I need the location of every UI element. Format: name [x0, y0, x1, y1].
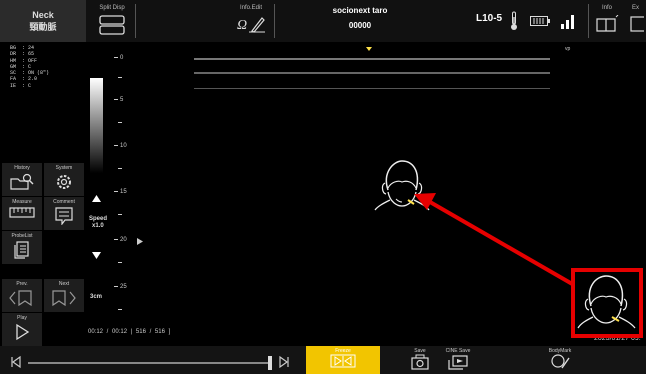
focus-marker — [366, 47, 372, 51]
list-icon — [14, 241, 29, 259]
split-display-label: Split Disp — [99, 5, 125, 11]
grayscale-bar — [90, 78, 103, 173]
exit-icon — [629, 16, 644, 32]
cine-back-icon[interactable] — [10, 355, 24, 369]
cine-forward-icon[interactable] — [276, 355, 290, 369]
book-icon — [596, 15, 619, 32]
depth-tick: 20 — [114, 237, 127, 243]
speed-label: Speed — [89, 216, 108, 222]
exit-label: Ex — [631, 5, 639, 11]
gear-icon — [57, 175, 71, 189]
echo-line — [194, 72, 550, 74]
next-button[interactable]: Next — [44, 279, 84, 312]
freeze-icon — [330, 354, 356, 368]
depth-tick: 10 — [114, 143, 127, 149]
play-label: Play — [17, 315, 27, 321]
history-label: History — [14, 165, 30, 171]
comment-icon — [55, 207, 73, 225]
info-button[interactable]: Info — [592, 0, 622, 42]
echo-line — [194, 88, 550, 89]
exit-button[interactable]: Ex — [625, 0, 646, 42]
speed-value: x1.0 — [92, 223, 104, 229]
history-button[interactable]: History — [2, 163, 42, 196]
patient-name: socionext taro — [332, 6, 388, 15]
info-label: Info — [601, 5, 612, 11]
depth-minor-tick — [118, 212, 124, 218]
freeze-button[interactable]: Freeze — [306, 346, 380, 374]
svg-text:Ω: Ω — [237, 18, 247, 33]
depth-minor-tick — [118, 120, 124, 126]
previous-icon — [9, 290, 32, 307]
save-button[interactable]: Save — [405, 346, 435, 374]
separator — [588, 4, 589, 38]
system-label: System — [55, 165, 73, 171]
preset-name: 頸動脈 — [29, 22, 57, 32]
separator — [135, 4, 136, 38]
previous-button[interactable]: Prev. — [2, 279, 42, 312]
annotation-arrow — [414, 193, 575, 287]
cine-save-icon — [448, 355, 468, 370]
speed-down-icon[interactable] — [92, 252, 101, 259]
depth-minor-tick — [118, 260, 124, 266]
patient-id: 00000 — [348, 21, 372, 30]
depth-minor-tick — [118, 307, 124, 313]
next-icon — [52, 290, 76, 307]
depth-value: 3cm — [90, 294, 103, 300]
highlight-box — [571, 268, 643, 338]
cine-save-button[interactable]: CINE Save — [438, 346, 478, 374]
measure-label: Measure — [12, 199, 32, 205]
body-mark-button[interactable]: BodyMark — [540, 346, 580, 374]
folder-search-icon — [10, 173, 34, 190]
split-display-icon — [99, 15, 125, 35]
depth-tick: 0 — [114, 55, 123, 61]
preset-region: Neck — [32, 10, 54, 20]
cine-scrollbar-track[interactable] — [28, 362, 268, 364]
body-mark-icon — [551, 354, 570, 369]
separator — [274, 4, 275, 38]
battery-icon — [530, 16, 550, 26]
play-icon — [16, 323, 30, 341]
image-parameters: BG : 24 DR : 65 HM : OFF GM : C SC : ON … — [10, 45, 50, 89]
probe-list-button[interactable]: ProbeList — [2, 231, 42, 264]
next-label: Next — [58, 281, 70, 287]
previous-label: Prev. — [16, 281, 28, 287]
comment-button[interactable]: Comment — [44, 197, 84, 230]
system-button[interactable]: System — [44, 163, 84, 196]
thermometer-icon — [511, 11, 517, 30]
vp-label: vp — [565, 46, 571, 52]
info-edit-button[interactable]: Info.Edit Ω — [228, 0, 274, 42]
probe-list-label: ProbeList — [11, 233, 33, 239]
measure-button[interactable]: Measure — [2, 197, 42, 230]
comment-label: Comment — [53, 199, 75, 205]
play-button[interactable]: Play — [2, 313, 42, 346]
patient-edit-icon: Ω — [237, 17, 265, 33]
info-edit-label: Info.Edit — [239, 5, 262, 11]
ruler-icon — [9, 207, 35, 218]
probe-name: L10-5 — [476, 13, 503, 24]
signal-strength-icon — [561, 15, 574, 29]
cine-scrollbar-handle[interactable] — [268, 356, 272, 370]
depth-minor-tick — [118, 75, 124, 81]
echo-line — [194, 58, 550, 60]
depth-tick: 5 — [114, 97, 123, 103]
cine-frame-info: 00:12 / 00:12 | 516 / 516 ] — [88, 329, 171, 335]
patient-info: socionext taro 00000 — [300, 0, 420, 42]
depth-tick: 25 — [114, 284, 127, 290]
sweep-speed: Speed x1.0 — [89, 216, 107, 230]
depth-minor-tick — [118, 166, 124, 172]
preset-title[interactable]: Neck 頸動脈 — [0, 0, 86, 42]
camera-icon — [411, 354, 429, 370]
split-display-button[interactable]: Split Disp — [90, 0, 134, 42]
depth-pointer-icon — [137, 238, 143, 245]
depth-tick: 15 — [114, 189, 127, 195]
speed-up-icon[interactable] — [92, 195, 101, 202]
